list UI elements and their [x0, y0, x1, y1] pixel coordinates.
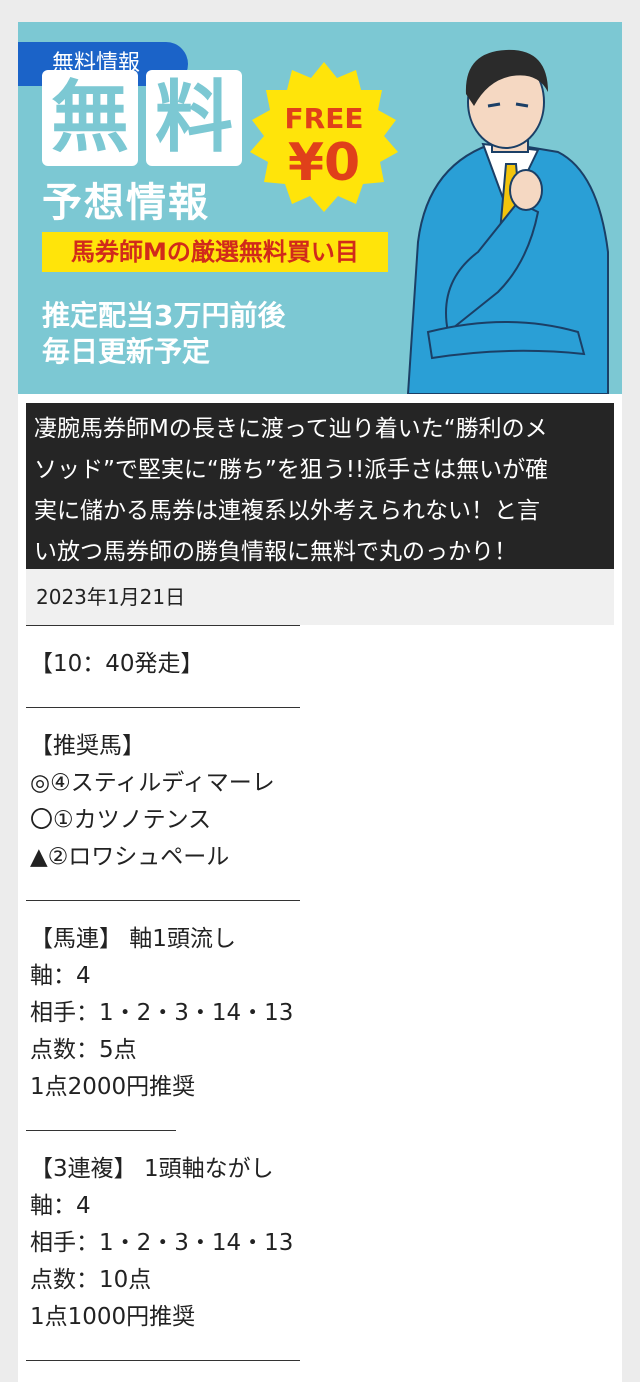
free-info-banner: 無料情報 無 料 予想情報 馬券師Mの厳選無料買い目 推定配当3万円前後 毎日更…	[18, 22, 622, 394]
free-badge: FREE ¥0	[250, 62, 398, 212]
post-time-section: 【10：40発走】	[26, 626, 614, 707]
hand-on-chin	[509, 169, 543, 211]
banner-highlight: 馬券師Mの厳選無料買い目	[42, 232, 388, 272]
intro-line: 凄腕馬券師Mの長きに渡って辿り着いた“勝利のメ	[34, 416, 548, 442]
bet-detail: 相手：1・2・3・14・13	[30, 1000, 294, 1026]
bet-detail: 点数：10点	[30, 1267, 152, 1293]
horse-pick: ▲②ロワシュペール	[30, 844, 230, 870]
badge-free-text: FREE	[285, 102, 364, 135]
post-time: 【10：40発走】	[30, 651, 204, 677]
bet-detail: 点数：5点	[30, 1037, 137, 1063]
section-heading: 【推奨馬】	[30, 733, 145, 759]
intro-line: ソッド”で堅実に“勝ち”を狙う!!派手さは無いが確	[34, 457, 549, 483]
date-bar: 2023年1月21日	[26, 569, 614, 625]
bet-detail: 軸：4	[30, 1193, 91, 1219]
badge-price-text: ¥0	[288, 133, 360, 193]
quinella-section: 【馬連】 軸1頭流し 軸：4 相手：1・2・3・14・13 点数：5点 1点20…	[26, 901, 614, 1130]
bet-detail: 1点2000円推奨	[30, 1074, 196, 1100]
divider	[26, 1360, 300, 1361]
article-card: 無料情報 無 料 予想情報 馬券師Mの厳選無料買い目 推定配当3万円前後 毎日更…	[18, 22, 622, 1382]
bet-detail: 相手：1・2・3・14・13	[30, 1230, 294, 1256]
prediction-content: 【10：40発走】 【推奨馬】 ◎④スティルディマーレ 〇①カツノテンス ▲②ロ…	[26, 625, 614, 1361]
section-heading: 【3連複】 1頭軸ながし	[30, 1156, 274, 1182]
businessman-illustration	[406, 49, 609, 394]
banner-line-2: 毎日更新予定	[42, 335, 211, 368]
intro-line: い放つ馬券師の勝負情報に無料で丸のっかり！	[34, 539, 517, 565]
post-date: 2023年1月21日	[36, 585, 186, 609]
big-char-mu: 無	[42, 70, 138, 166]
right-eye	[515, 102, 529, 108]
recommended-horses-section: 【推奨馬】 ◎④スティルディマーレ 〇①カツノテンス ▲②ロワシュペール	[26, 708, 614, 900]
left-eye	[487, 102, 501, 108]
big-char-ryo: 料	[146, 70, 242, 166]
banner-subtitle: 予想情報	[42, 180, 210, 226]
bet-detail: 1点1000円推奨	[30, 1304, 196, 1330]
horse-pick: ◎④スティルディマーレ	[30, 770, 275, 796]
intro-line: 実に儲かる馬券は連複系以外考えられない！と言	[34, 498, 540, 524]
horse-pick: 〇①カツノテンス	[30, 807, 212, 833]
trio-section: 【3連複】 1頭軸ながし 軸：4 相手：1・2・3・14・13 点数：10点 1…	[26, 1131, 614, 1360]
section-heading: 【馬連】 軸1頭流し	[30, 926, 236, 952]
banner-line-1: 推定配当3万円前後	[42, 299, 286, 332]
bet-detail: 軸：4	[30, 963, 91, 989]
intro-text-box: 凄腕馬券師Mの長きに渡って辿り着いた“勝利のメ ソッド”で堅実に“勝ち”を狙う!…	[26, 403, 614, 569]
